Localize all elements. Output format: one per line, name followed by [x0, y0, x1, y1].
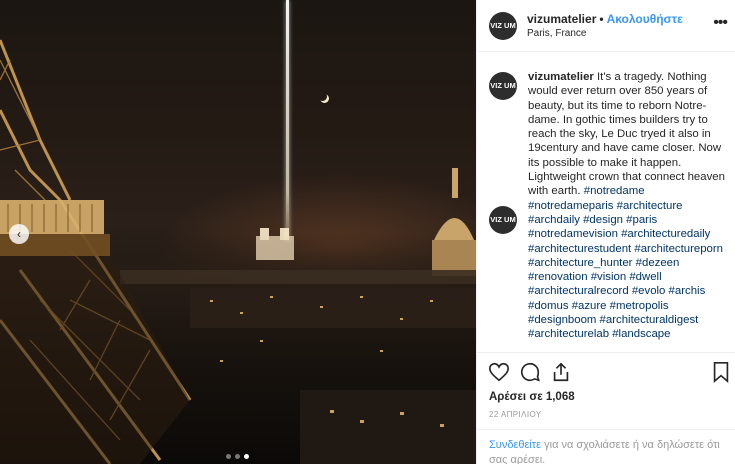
carousel-dot: [235, 454, 240, 459]
location-link[interactable]: Paris, France: [527, 28, 586, 39]
chevron-left-icon: ‹: [17, 227, 21, 241]
carousel-prev-button[interactable]: ‹: [9, 224, 29, 244]
caption: vizumatelier It's a tragedy. Nothing wou…: [528, 70, 728, 342]
avatar[interactable]: VIZ UM: [489, 12, 517, 40]
post-header: VIZ UM vizumatelier • Ακολουθήστε Paris, F…: [477, 0, 735, 52]
heart-icon[interactable]: [488, 361, 510, 383]
photo-illustration: [0, 39, 476, 464]
hashtags[interactable]: #notredame #notredameparis #architecture…: [528, 185, 723, 340]
light-beam: [286, 0, 289, 240]
post-photo[interactable]: ‹: [0, 0, 476, 464]
caption-username[interactable]: vizumatelier: [528, 71, 594, 83]
likes-count[interactable]: Αρέσει σε 1,068: [489, 391, 575, 403]
more-options-icon[interactable]: •••: [713, 14, 728, 32]
login-prompt: Συνδεθείτε για να σχολιάσετε ή να δηλώσε…: [477, 429, 735, 464]
avatar[interactable]: VIZ UM: [489, 72, 517, 100]
caption-text: It's a tragedy. Nothing would ever retur…: [528, 71, 725, 198]
post-date[interactable]: 22 ΑΠΡΙΛΙΟΥ: [489, 410, 542, 419]
post-actions: Αρέσει σε 1,068 22 ΑΠΡΙΛΙΟΥ Συνδεθείτε γ…: [477, 352, 735, 464]
username-link[interactable]: vizumatelier: [527, 12, 596, 26]
carousel-dots: [226, 454, 249, 459]
carousel-dot-active: [244, 454, 249, 459]
follow-button[interactable]: Ακολουθήστε: [607, 12, 683, 26]
login-link[interactable]: Συνδεθείτε: [489, 439, 541, 451]
comments-area: VIZ UM VIZ UM vizumatelier It's a traged…: [477, 52, 735, 352]
moon: [318, 92, 327, 101]
separator-dot: •: [599, 12, 604, 26]
post-side-panel: VIZ UM vizumatelier • Ακολουθήστε Paris, F…: [476, 0, 735, 464]
post-author: vizumatelier • Ακολουθήστε: [527, 12, 683, 26]
avatar[interactable]: VIZ UM: [489, 206, 517, 234]
share-icon[interactable]: [550, 361, 572, 383]
comment-icon[interactable]: [519, 361, 541, 383]
bookmark-icon[interactable]: [710, 361, 732, 383]
carousel-dot: [226, 454, 231, 459]
